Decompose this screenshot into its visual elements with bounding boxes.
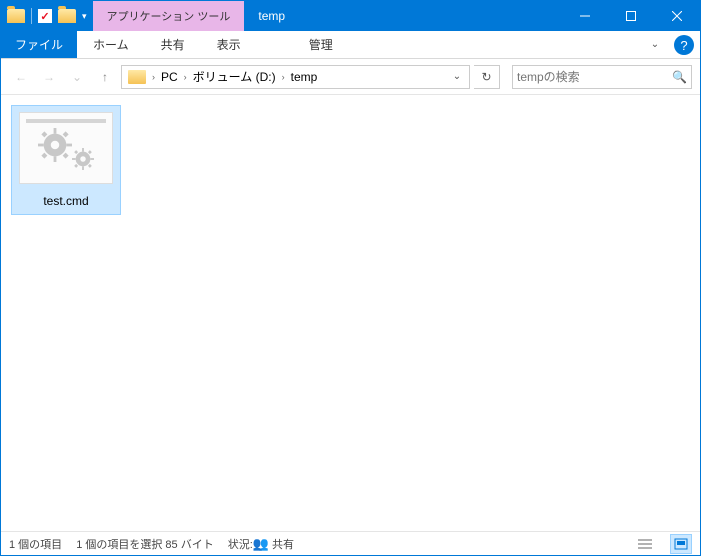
- chevron-right-icon[interactable]: ›: [182, 72, 189, 82]
- search-box[interactable]: 🔍: [512, 65, 692, 89]
- file-name-label: test.cmd: [43, 194, 88, 208]
- file-tab[interactable]: ファイル: [1, 31, 77, 58]
- address-dropdown-button[interactable]: ⌄: [447, 71, 467, 82]
- ribbon-collapse-button[interactable]: ⌄: [642, 31, 668, 58]
- tab-share[interactable]: 共有: [145, 31, 201, 58]
- file-thumbnail: [19, 112, 113, 184]
- large-icons-view-icon: [674, 538, 688, 550]
- file-list-pane[interactable]: test.cmd: [1, 95, 700, 531]
- folder-icon: [128, 70, 146, 84]
- chevron-down-icon: ⌄: [72, 70, 82, 84]
- status-bar: 1 個の項目 1 個の項目を選択 85 バイト 状況:👥 共有: [1, 531, 700, 555]
- people-icon: 👥: [253, 536, 269, 551]
- chevron-down-icon: ⌄: [651, 39, 659, 50]
- refresh-icon: ↻: [481, 70, 491, 84]
- tab-view[interactable]: 表示: [201, 31, 257, 58]
- breadcrumb-item[interactable]: temp: [287, 70, 322, 84]
- minimize-button[interactable]: [562, 1, 608, 31]
- breadcrumb-item[interactable]: ボリューム (D:): [189, 68, 280, 85]
- close-icon: [672, 11, 682, 21]
- window-controls: [562, 1, 700, 31]
- title-bar: ✓ ▾ アプリケーション ツール temp: [1, 1, 700, 31]
- maximize-button[interactable]: [608, 1, 654, 31]
- arrow-left-icon: ←: [15, 70, 27, 84]
- up-button[interactable]: ↑: [93, 65, 117, 89]
- folder-icon[interactable]: [58, 9, 76, 23]
- view-details-button[interactable]: [634, 534, 656, 554]
- maximize-icon: [626, 11, 636, 21]
- arrow-up-icon: ↑: [102, 70, 108, 84]
- qat-separator: [31, 8, 32, 24]
- close-button[interactable]: [654, 1, 700, 31]
- view-large-icons-button[interactable]: [670, 534, 692, 554]
- tab-home[interactable]: ホーム: [77, 31, 145, 58]
- tool-tab-label: アプリケーション ツール: [107, 8, 231, 24]
- search-input[interactable]: [517, 70, 672, 84]
- address-bar[interactable]: › PC › ボリューム (D:) › temp ⌄: [121, 65, 470, 89]
- help-icon: ?: [680, 38, 687, 53]
- status-selection: 1 個の項目を選択 85 バイト: [76, 536, 214, 552]
- search-icon[interactable]: 🔍: [672, 70, 687, 84]
- qat-dropdown-icon[interactable]: ▾: [82, 11, 87, 22]
- breadcrumb-item[interactable]: PC: [157, 70, 182, 84]
- ribbon-tabs: ファイル ホーム 共有 表示 管理 ⌄ ?: [1, 31, 700, 59]
- cmd-gears-icon: [36, 124, 96, 172]
- minimize-icon: [580, 11, 590, 21]
- forward-button[interactable]: →: [37, 65, 61, 89]
- refresh-button[interactable]: ↻: [474, 65, 500, 89]
- properties-icon[interactable]: ✓: [38, 9, 52, 23]
- status-state: 状況:👥 共有: [228, 536, 294, 552]
- contextual-tool-tab[interactable]: アプリケーション ツール: [93, 1, 245, 31]
- navigation-bar: ← → ⌄ ↑ › PC › ボリューム (D:) › temp ⌄ ↻ 🔍: [1, 59, 700, 95]
- details-view-icon: [638, 538, 652, 550]
- chevron-right-icon[interactable]: ›: [150, 72, 157, 82]
- window-title: temp: [244, 1, 562, 31]
- status-item-count: 1 個の項目: [9, 536, 62, 552]
- recent-locations-button[interactable]: ⌄: [65, 65, 89, 89]
- back-button[interactable]: ←: [9, 65, 33, 89]
- file-item[interactable]: test.cmd: [11, 105, 121, 215]
- help-button[interactable]: ?: [674, 35, 694, 55]
- chevron-right-icon[interactable]: ›: [280, 72, 287, 82]
- tab-manage[interactable]: 管理: [293, 31, 349, 58]
- quick-access-toolbar: ✓ ▾: [1, 1, 93, 31]
- arrow-right-icon: →: [43, 70, 55, 84]
- folder-icon: [7, 9, 25, 23]
- chevron-down-icon: ⌄: [453, 71, 461, 82]
